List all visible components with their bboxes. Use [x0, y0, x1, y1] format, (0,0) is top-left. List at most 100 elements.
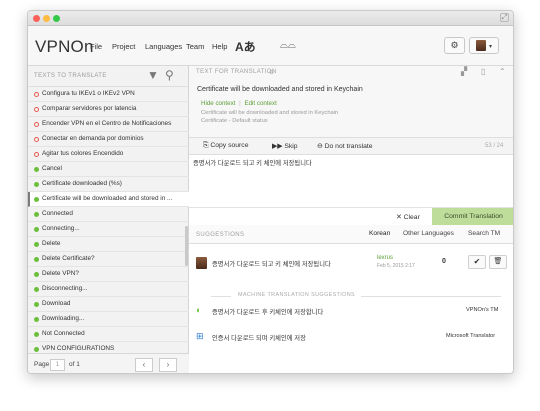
list-item-label: Delete [42, 240, 61, 247]
translated-status-icon [34, 347, 39, 352]
tab-search-tm[interactable]: Search TM [468, 230, 500, 237]
microsoft-icon: ⊞ [196, 331, 204, 341]
tab-other-languages[interactable]: Other Languages [403, 230, 454, 237]
list-item-label: Certificate will be downloaded and store… [42, 195, 173, 202]
list-item[interactable]: Comparar servidores por latencia [28, 102, 189, 117]
translated-status-icon [34, 302, 39, 307]
clear-button[interactable]: ✕ Clear [396, 213, 420, 221]
list-item-label: Connected [42, 210, 73, 217]
list-item[interactable]: Connecting... [28, 222, 189, 237]
file-icon[interactable]: ▯ [481, 67, 485, 76]
mt-suggestion-text: 증명서가 다운로드 후 키체인에 저장합니다 [212, 309, 324, 316]
minimize-window-button[interactable] [43, 15, 50, 22]
page-count: of 1 [69, 361, 80, 368]
settings-button[interactable]: ⚙ [444, 37, 465, 54]
skip-label: Skip [284, 143, 298, 150]
prev-page-button[interactable]: ‹ [135, 358, 153, 372]
list-item[interactable]: Certificate downloaded (%s) [28, 177, 189, 192]
list-item[interactable]: Delete [28, 237, 189, 252]
app-window: ⤢ VPNOn File Project Languages Team Help… [27, 10, 514, 374]
delete-button[interactable]: 🗑 [489, 255, 507, 269]
translated-status-icon [34, 197, 39, 202]
list-item[interactable]: Downloading... [28, 312, 189, 327]
tm-date: Feb 5, 2015 2:17 [377, 263, 415, 269]
machine-translation-label: MACHINE TRANSLATION SUGGESTIONS [235, 292, 359, 298]
trash-icon: 🗑 [493, 258, 503, 265]
translated-status-icon [34, 287, 39, 292]
tm-suggestion[interactable]: 증명서가 다운로드 되고 키 체인에 저장됩니다 lexrus Feb 5, 2… [189, 253, 513, 283]
edit-context-link[interactable]: Edit context [244, 100, 276, 107]
app-brand: VPNOn [35, 37, 94, 56]
fullscreen-icon[interactable]: ⤢ [500, 13, 509, 22]
list-item-label: Delete Certificate? [42, 255, 95, 262]
title-bar: ⤢ [28, 11, 513, 26]
menu-help[interactable]: Help [212, 42, 227, 51]
list-item[interactable]: Download [28, 297, 189, 312]
filter-icon[interactable]: ▼ [147, 68, 159, 82]
approve-button[interactable]: ✔ [468, 255, 486, 269]
user-menu-button[interactable]: ▾ [469, 37, 499, 54]
search-icon[interactable]: ⚲ [165, 68, 174, 82]
crowdin-icon: ◐ [196, 305, 202, 315]
minus-circle-icon: ⊖ [317, 143, 323, 150]
close-window-button[interactable] [33, 15, 40, 22]
list-item-label: Delete VPN? [42, 270, 79, 277]
list-item[interactable]: Delete Certificate? [28, 252, 189, 267]
zoom-window-button[interactable] [53, 15, 60, 22]
translated-status-icon [34, 212, 39, 217]
skip-button[interactable]: ▶▶ Skip [272, 142, 298, 150]
list-item[interactable]: Encender VPN en el Centro de Notificacio… [28, 117, 189, 132]
copy-source-label: Copy source [210, 142, 249, 149]
list-item[interactable]: Agitar tus colores Encendido [28, 147, 189, 162]
list-item[interactable]: Connected [28, 207, 189, 222]
skip-icon: ▶▶ [272, 143, 283, 150]
glasses-icon[interactable]: ⌓⌓ [280, 40, 296, 51]
list-item[interactable]: Cancel [28, 162, 189, 177]
copy-icon[interactable]: ▞ [461, 67, 467, 76]
scrollbar[interactable] [185, 226, 188, 266]
list-item-label: Agitar tus colores Encendido [42, 150, 124, 157]
list-item[interactable]: Certificate will be downloaded and store… [28, 192, 189, 207]
copy-source-button[interactable]: ⎘ Copy source [203, 142, 248, 150]
menu-project[interactable]: Project [112, 42, 135, 51]
menu-team[interactable]: Team [186, 42, 204, 51]
hide-context-link[interactable]: Hide context [201, 100, 235, 107]
untranslated-status-icon [34, 92, 39, 97]
list-item-label: Comparar servidores por latencia [42, 105, 137, 112]
list-item-label: Connecting... [42, 225, 80, 232]
page-label: Page [34, 361, 50, 368]
list-item[interactable]: Disconnecting... [28, 282, 189, 297]
list-item[interactable]: Delete VPN? [28, 267, 189, 282]
translation-input[interactable]: 증명서가 다운로드 되고 키 체인에 저장됩니다 [189, 155, 513, 205]
tab-korean[interactable]: Korean [369, 230, 390, 237]
avatar [196, 257, 207, 269]
context-line-2: Certificate - Default status [201, 118, 268, 124]
context-separator: | [239, 100, 241, 107]
mt-suggestion-text: 인증서 다운로드 되며 키체인에 저장 [212, 335, 306, 342]
avatar [475, 40, 486, 52]
menu-file[interactable]: File [90, 42, 102, 51]
list-item[interactable]: Configura tu IKEv1 o IKEv2 VPN [28, 87, 189, 102]
do-not-translate-button[interactable]: ⊖ Do not translate [317, 142, 373, 150]
sidebar-title: TEXTS TO TRANSLATE [34, 73, 107, 79]
list-item[interactable]: Conectar en demanda por dominios [28, 132, 189, 147]
do-not-translate-label: Do not translate [324, 143, 373, 150]
translated-status-icon [34, 257, 39, 262]
close-icon: ✕ [396, 214, 402, 221]
list-item-label: Configura tu IKEv1 o IKEv2 VPN [42, 90, 135, 97]
commit-translation-button[interactable]: Commit Translation [432, 208, 513, 226]
translation-pane: TEXT FOR TRANSLATION ⊖ ▞ ▯ ⌃ Certificate… [189, 66, 513, 373]
untranslated-status-icon [34, 152, 39, 157]
translated-status-icon [34, 167, 39, 172]
list-item[interactable]: Not Connected [28, 327, 189, 342]
tm-user[interactable]: lexrus [377, 255, 393, 261]
context-line-1: Certificate will be downloaded and store… [201, 110, 339, 116]
next-page-button[interactable]: › [159, 358, 177, 372]
collapse-icon[interactable]: ⌃ [499, 67, 506, 76]
menu-languages[interactable]: Languages [145, 42, 182, 51]
source-panel: TEXT FOR TRANSLATION ⊖ ▞ ▯ ⌃ Certificate… [189, 66, 513, 138]
mt-suggestion-2[interactable]: ⊞ 인증서 다운로드 되며 키체인에 저장 Microsoft Translat… [189, 328, 513, 350]
page-input[interactable]: 1 [50, 359, 65, 371]
translate-icon[interactable]: Aあ [235, 38, 256, 55]
mt-suggestion-1[interactable]: ◐ 증명서가 다운로드 후 키체인에 저장합니다 VPNOn's TM [189, 302, 513, 324]
